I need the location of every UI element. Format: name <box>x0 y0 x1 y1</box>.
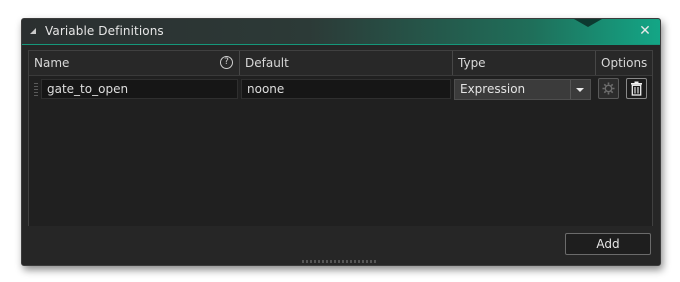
help-circle-icon[interactable]: ? <box>220 56 233 69</box>
window-title: Variable Definitions <box>45 24 164 38</box>
gear-icon <box>602 82 615 95</box>
variable-name-input[interactable]: gate_to_open <box>41 79 238 99</box>
resize-grip-icon[interactable] <box>302 260 378 263</box>
column-header-name-label: Name <box>34 56 70 70</box>
column-header-type: Type <box>453 51 596 75</box>
bottom-bar: Add <box>22 226 660 265</box>
close-icon[interactable]: ✕ <box>637 23 653 39</box>
delete-button[interactable] <box>626 78 647 99</box>
variable-definitions-window: Variable Definitions ✕ Name ? Default Ty… <box>21 18 661 266</box>
collapse-triangle-icon[interactable] <box>30 28 36 34</box>
settings-button[interactable] <box>598 78 619 99</box>
add-button[interactable]: Add <box>565 233 651 255</box>
default-value-input[interactable]: noone <box>241 79 451 99</box>
column-header-name: Name <box>29 51 240 75</box>
table-header: Name ? Default Type Options <box>29 51 652 76</box>
title-bar[interactable]: Variable Definitions ✕ <box>22 19 660 45</box>
column-header-default-label: Default <box>245 56 289 70</box>
column-header-type-label: Type <box>458 56 486 70</box>
table-row: gate_to_open noone Expression <box>29 76 652 102</box>
chevron-down-icon[interactable] <box>570 80 590 99</box>
variables-table: Name ? Default Type Options gate_to_open… <box>28 50 653 227</box>
column-header-options-label: Options <box>601 56 648 70</box>
trash-icon <box>631 81 642 96</box>
title-notch-decoration <box>574 19 602 27</box>
drag-handle-icon[interactable] <box>34 82 38 96</box>
type-select[interactable]: Expression <box>454 79 591 100</box>
column-header-options: Options <box>596 51 652 75</box>
column-header-default: Default <box>240 51 453 75</box>
type-select-value: Expression <box>460 82 526 96</box>
